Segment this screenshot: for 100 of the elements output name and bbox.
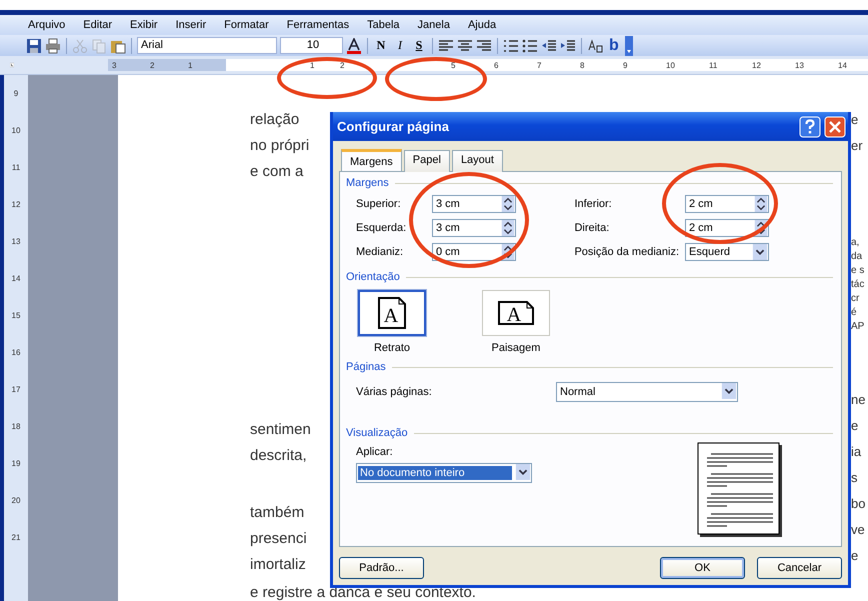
document-text: tác [851, 278, 864, 292]
ruler-number: 14 [838, 60, 848, 70]
decrease-indent-icon[interactable] [541, 38, 557, 54]
toolbar-options-icon[interactable] [624, 36, 633, 56]
ruler-number: 20 [12, 496, 20, 506]
spin-field[interactable]: 3 cm [432, 219, 516, 237]
document-text: cr [851, 292, 860, 306]
dialog-button[interactable]: Cancelar [757, 557, 842, 579]
tab[interactable]: Layout [452, 150, 503, 172]
ruler-number: 7 [537, 60, 542, 70]
ruler-number: 10 [12, 126, 20, 136]
numbered-list-icon[interactable] [503, 38, 519, 54]
section-title: Páginas [346, 361, 386, 373]
spin-field[interactable]: 2 cm [685, 195, 769, 213]
align-right-icon[interactable] [476, 38, 492, 54]
document-text: e [851, 111, 858, 129]
align-left-icon[interactable] [438, 38, 454, 54]
document-text: descrita, [250, 446, 307, 466]
field-label: Esquerda: [356, 222, 408, 234]
menu-item[interactable]: Ferramentas [286, 19, 350, 31]
document-text: ve [851, 521, 865, 539]
orientation-label: Paisagem [492, 342, 540, 354]
ruler-number: 18 [12, 422, 20, 432]
document-text: sentimen [250, 420, 311, 440]
save-icon[interactable] [26, 38, 42, 54]
format-button[interactable]: S [411, 38, 427, 53]
field-label: Superior: [356, 198, 402, 210]
close-icon[interactable] [824, 116, 846, 138]
spin-arrows-icon[interactable] [754, 196, 768, 212]
font-size-field[interactable]: 10 [280, 37, 343, 54]
spin-field[interactable]: 3 cm [432, 195, 516, 213]
ruler-number: 3 [112, 60, 118, 70]
dialog-button[interactable]: Padrão... [339, 557, 424, 579]
ruler-number: 1 [188, 60, 194, 70]
ruler-number: 8 [580, 60, 586, 70]
menu-item[interactable]: Janela [418, 19, 450, 31]
ruler-number: 14 [12, 274, 20, 284]
document-text: da [851, 250, 862, 264]
ruler-number: 16 [12, 348, 20, 358]
dropdown[interactable]: Normal [556, 382, 738, 402]
document-text: e s [851, 264, 864, 278]
document-text: e [851, 547, 858, 565]
menu-item[interactable]: Formatar [224, 19, 269, 31]
ruler-number: 17 [12, 385, 20, 395]
spin-field[interactable]: 0 cm [432, 243, 516, 261]
field-label: Posição da medianiz: [574, 246, 679, 258]
ruler-number: 11 [12, 163, 20, 173]
document-text: AP [851, 320, 864, 334]
dialog-title: Configurar página [337, 119, 450, 134]
toolbar-button[interactable]: b [606, 36, 622, 54]
spin-arrows-icon[interactable] [501, 220, 515, 236]
menu-item[interactable]: Arquivo [28, 19, 66, 31]
font-field[interactable]: Arial [137, 37, 277, 54]
dropdown[interactable]: No documento inteiro [356, 463, 532, 483]
section-title: Visualização [346, 427, 408, 439]
ruler-number: 21 [12, 533, 20, 543]
text-glyph-icon[interactable] [587, 38, 603, 54]
ruler-number: 10 [666, 60, 676, 70]
document-text: er [851, 137, 863, 155]
bulleted-list-icon[interactable] [522, 38, 538, 54]
ruler-number: 2 [150, 60, 156, 70]
dropdown[interactable]: Esquerd [685, 243, 769, 261]
ruler-number: 19 [12, 459, 20, 469]
menu-item[interactable]: Inserir [176, 19, 206, 31]
document-text: a, [851, 236, 860, 250]
ruler-number: 11 [709, 60, 718, 70]
field-label: Direita: [574, 222, 610, 234]
menu-item[interactable]: Editar [83, 19, 112, 31]
portrait-page-icon: A [377, 296, 407, 330]
help-icon[interactable] [799, 116, 821, 138]
ruler-number: 13 [795, 60, 805, 70]
ruler-number: 12 [12, 200, 20, 210]
document-text: também [250, 503, 304, 523]
orientation-button[interactable]: A [358, 290, 426, 336]
print-icon[interactable] [45, 38, 61, 54]
field-label: Várias páginas: [356, 386, 433, 398]
font-color-icon[interactable] [346, 38, 362, 54]
menu-item[interactable]: Tabela [367, 19, 400, 31]
format-button[interactable]: I [392, 38, 408, 53]
document-text: relação [250, 110, 300, 130]
tab[interactable]: Margens [341, 149, 402, 171]
tab[interactable]: Papel [404, 150, 450, 172]
menu-item[interactable]: Ajuda [468, 19, 496, 31]
format-button[interactable]: N [373, 38, 389, 53]
spin-field[interactable]: 2 cm [685, 219, 769, 237]
document-text: presenci [250, 529, 307, 549]
section-title: Orientação [346, 271, 400, 283]
dialog-button[interactable]: OK [660, 557, 745, 579]
increase-indent-icon[interactable] [560, 38, 576, 54]
document-text: é [851, 306, 857, 320]
document-text: s [851, 469, 858, 487]
document-text: bo [851, 495, 866, 513]
ruler-number: 1 [310, 60, 316, 70]
align-center-icon[interactable] [457, 38, 473, 54]
orientation-button[interactable]: A [482, 290, 550, 336]
ruler-number: 15 [12, 311, 20, 321]
menu-item[interactable]: Exibir [130, 19, 158, 31]
document-text: ia [851, 443, 862, 461]
document-text: ne [851, 391, 866, 409]
spin-arrows-icon[interactable] [501, 196, 515, 212]
